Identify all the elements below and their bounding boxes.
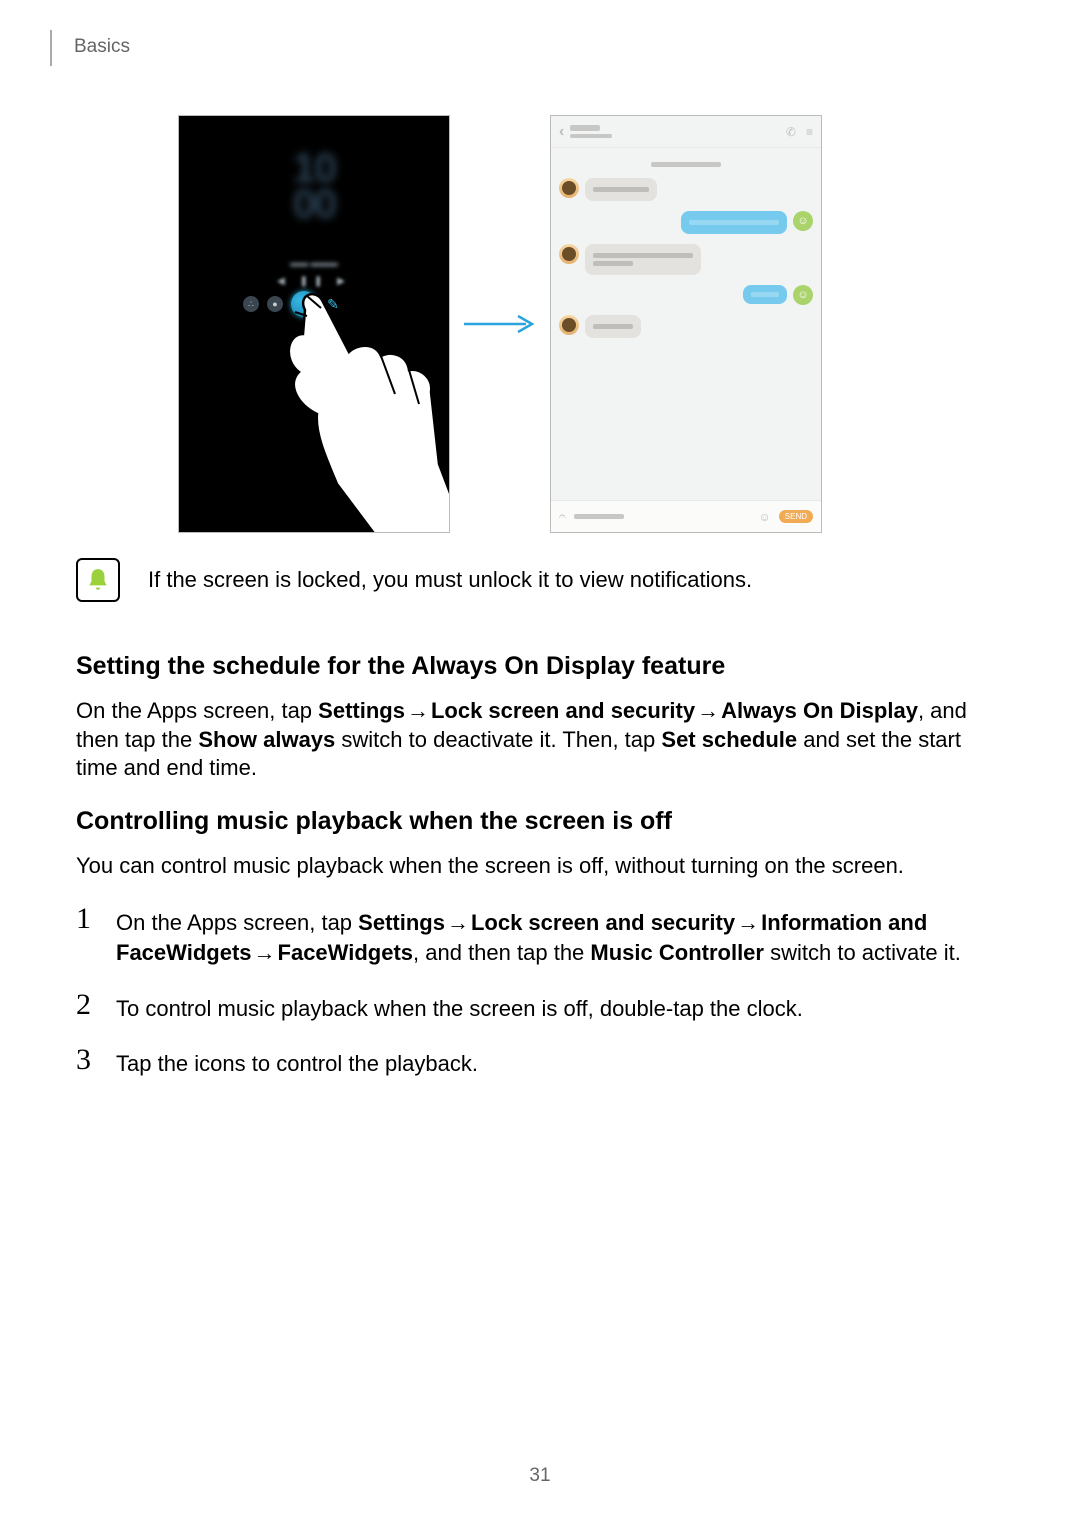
transition-arrow	[450, 313, 550, 335]
own-avatar: ☺	[793, 285, 813, 305]
arrow: →	[252, 938, 278, 968]
bold: Music Controller	[590, 940, 764, 965]
menu-icon: ≡	[806, 125, 813, 139]
aod-icon-pen: ✎	[325, 296, 341, 312]
aod-icon-highlighted	[291, 291, 317, 317]
paragraph-music-intro: You can control music playback when the …	[76, 852, 1004, 881]
text: On the Apps screen, tap	[116, 910, 358, 935]
text: On the Apps screen, tap	[76, 698, 318, 723]
paragraph-schedule: On the Apps screen, tap Settings → Lock …	[76, 697, 1004, 783]
arrow: →	[695, 697, 721, 726]
bold: FaceWidgets	[278, 940, 414, 965]
arrow: →	[405, 697, 431, 726]
bold: Always On Display	[721, 698, 918, 723]
attach-icon: 𝄐	[559, 509, 566, 524]
step-text: Tap the icons to control the playback.	[116, 1045, 478, 1079]
step-2: 2 To control music playback when the scr…	[76, 990, 1004, 1024]
message-bubble	[585, 178, 657, 201]
chat-body: ☺ ☺	[551, 178, 821, 338]
aod-clock-mins: 00	[293, 180, 336, 227]
message-input-placeholder	[574, 514, 751, 519]
hand-gesture-illustration	[277, 284, 450, 533]
arrow: →	[735, 908, 761, 938]
own-avatar: ☺	[793, 211, 813, 231]
screenshot-always-on-display: 10 00 ▬▬ ▬▬▬ ◀ ❚❚ ▶ ∴ ● ✎	[178, 115, 450, 533]
chat-date-divider	[551, 154, 821, 172]
step-number: 2	[76, 990, 96, 1024]
page-number: 31	[0, 1465, 1080, 1487]
message-bubble	[585, 244, 701, 275]
aod-notification-icons: ∴ ● ✎	[243, 291, 341, 317]
chat-input-bar: 𝄐 ☺ SEND	[551, 500, 821, 532]
bell-icon	[85, 567, 111, 593]
message-bubble	[743, 285, 787, 304]
text: , and then tap the	[413, 940, 590, 965]
aod-icon-generic: ∴	[243, 296, 259, 312]
back-icon: ‹	[559, 123, 564, 141]
arrow-right-icon	[462, 313, 538, 335]
phone-icon: ✆	[786, 125, 796, 139]
bold: Settings	[318, 698, 405, 723]
aod-icon-generic: ●	[267, 296, 283, 312]
chat-header: ‹ ✆ ≡	[551, 116, 821, 148]
step-number: 1	[76, 904, 96, 967]
content-body: Setting the schedule for the Always On D…	[76, 650, 1004, 1101]
ordered-steps: 1 On the Apps screen, tap Settings → Loc…	[76, 904, 1004, 1079]
chat-title-placeholder	[570, 125, 780, 138]
outgoing-message: ☺	[559, 211, 813, 234]
incoming-message	[559, 178, 813, 201]
screenshot-messages-app: ‹ ✆ ≡ ☺	[550, 115, 822, 533]
aod-date: ▬▬ ▬▬▬	[179, 258, 449, 268]
avatar	[559, 178, 579, 198]
header-rule	[50, 30, 52, 66]
message-bubble	[681, 211, 787, 234]
step-text: To control music playback when the scree…	[116, 990, 803, 1024]
arrow: →	[445, 908, 471, 938]
step-number: 3	[76, 1045, 96, 1079]
bold: Set schedule	[661, 727, 797, 752]
outgoing-message: ☺	[559, 285, 813, 305]
figure-row: 10 00 ▬▬ ▬▬▬ ◀ ❚❚ ▶ ∴ ● ✎ ‹	[178, 115, 918, 533]
text: switch to deactivate it. Then, tap	[335, 727, 661, 752]
send-button: SEND	[779, 510, 813, 523]
message-bubble	[585, 315, 641, 338]
heading-schedule: Setting the schedule for the Always On D…	[76, 652, 1004, 681]
emoji-icon: ☺	[759, 510, 771, 524]
step-1: 1 On the Apps screen, tap Settings → Loc…	[76, 904, 1004, 967]
bold: Lock screen and security	[471, 910, 735, 935]
note-callout: If the screen is locked, you must unlock…	[76, 558, 1004, 602]
step-3: 3 Tap the icons to control the playback.	[76, 1045, 1004, 1079]
bold: Settings	[358, 910, 445, 935]
aod-media-controls: ◀ ❚❚ ▶	[179, 276, 449, 287]
avatar	[559, 244, 579, 264]
step-text: On the Apps screen, tap Settings → Lock …	[116, 904, 1004, 967]
incoming-message	[559, 244, 813, 275]
bold: Show always	[198, 727, 335, 752]
aod-clock: 10 00	[179, 150, 449, 221]
note-text: If the screen is locked, you must unlock…	[148, 567, 752, 593]
incoming-message	[559, 315, 813, 338]
avatar	[559, 315, 579, 335]
bold: Lock screen and security	[431, 698, 695, 723]
note-icon-frame	[76, 558, 120, 602]
heading-music: Controlling music playback when the scre…	[76, 807, 1004, 836]
text: switch to activate it.	[764, 940, 961, 965]
section-label: Basics	[74, 36, 130, 58]
